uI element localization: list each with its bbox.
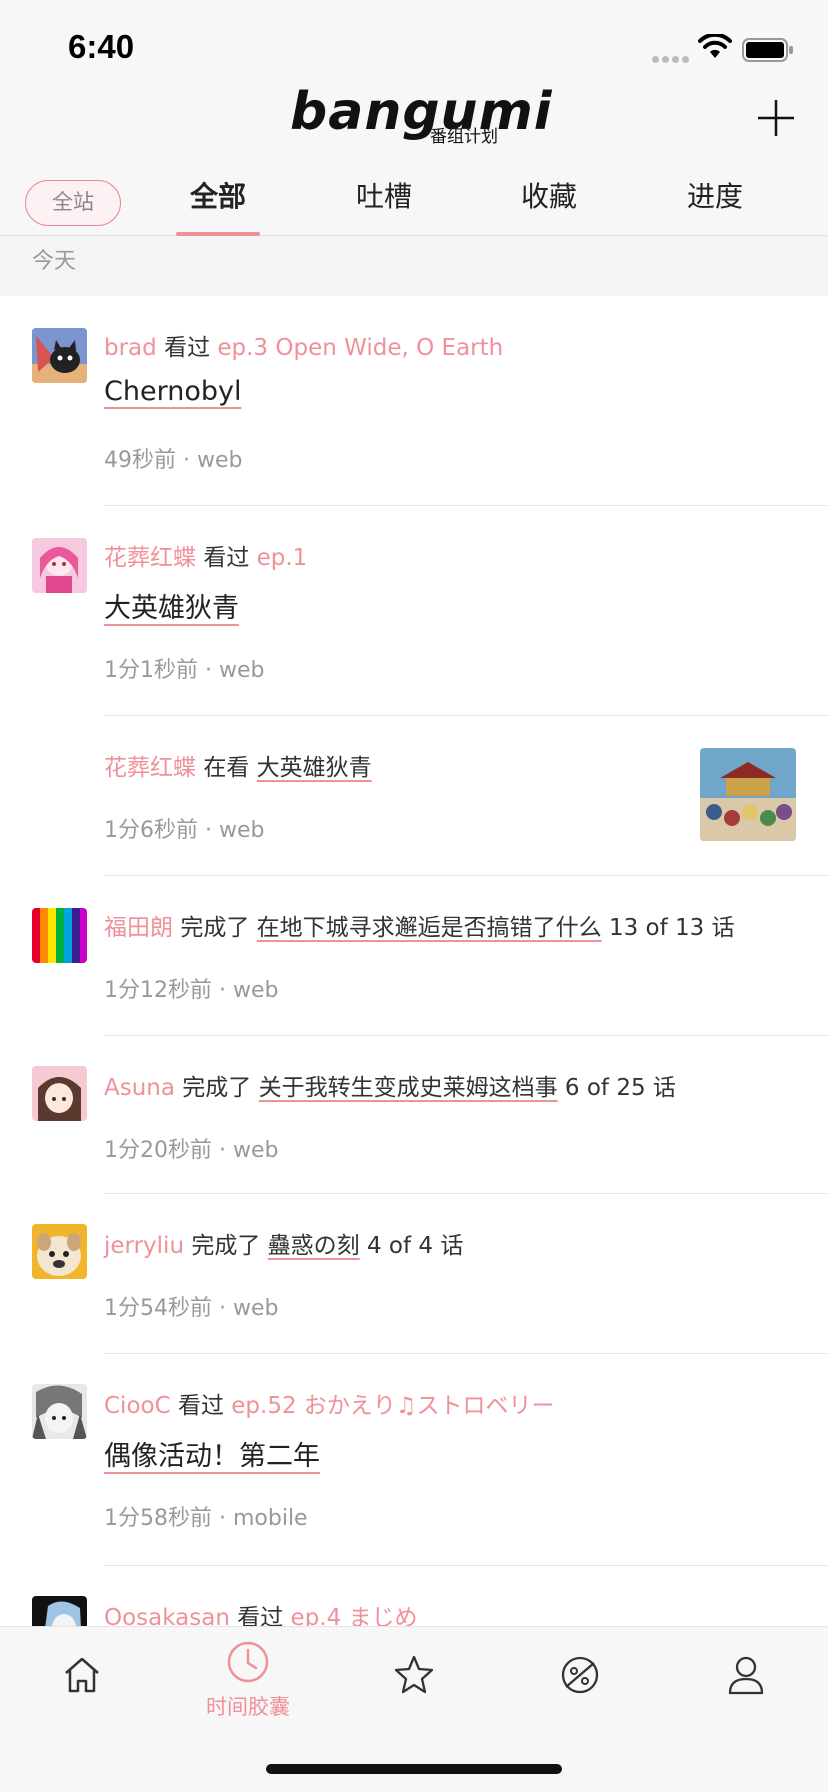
status-bar: 6:40: [0, 0, 828, 90]
subject-link[interactable]: 在地下城寻求邂逅是否搞错了什么: [257, 915, 602, 941]
tab-favorites[interactable]: [364, 1653, 464, 1701]
action-text: 完成了: [180, 915, 250, 941]
list-item: Asuna 完成了 关于我转生变成史莱姆这档事 6 of 25 话 1分20秒前…: [0, 1036, 828, 1194]
tab-label: 全部: [189, 180, 246, 213]
timeline-feed[interactable]: brad 看过 ep.3 Open Wide, O Earth Chernoby…: [0, 296, 828, 1626]
planet-icon: [561, 1656, 599, 1694]
episode-link[interactable]: ep.52 おかえり♫ストロベリー: [231, 1393, 554, 1419]
tab-timeline-label: 时间胶囊: [206, 1695, 290, 1719]
list-item: 福田朗 完成了 在地下城寻求邂逅是否搞错了什么 13 of 13 话 1分12秒…: [0, 876, 828, 1036]
tab-home[interactable]: [32, 1653, 132, 1701]
user-link[interactable]: jerryliu: [104, 1233, 184, 1259]
action-text: 看过: [164, 335, 211, 361]
activity-line: brad 看过 ep.3 Open Wide, O Earth: [104, 328, 503, 362]
subject-link[interactable]: 偶像活动！第二年: [104, 1434, 320, 1473]
tab-timeline[interactable]: 时间胶囊: [198, 1639, 298, 1721]
episode-link[interactable]: ep.1: [257, 545, 308, 571]
activity-line: 花葬红蝶 在看 大英雄狄青: [104, 748, 372, 782]
signal-icon: [652, 48, 692, 67]
avatar[interactable]: [32, 1384, 87, 1439]
activity-line: Asuna 完成了 关于我转生变成史莱姆这档事 6 of 25 话: [104, 1068, 676, 1102]
tab-progress[interactable]: 进度: [655, 168, 775, 236]
timestamp: 1分54秒前 · web: [104, 1296, 279, 1321]
activity-line: CiooC 看过 ep.52 おかえり♫ストロベリー: [104, 1386, 555, 1420]
timestamp: 49秒前 · web: [104, 448, 243, 473]
avatar[interactable]: [32, 1596, 87, 1626]
feed-tabs: 全站 全部 吐槽 收藏 进度: [0, 168, 828, 236]
activity-line: 花葬红蝶 看过 ep.1: [104, 538, 307, 572]
list-item: jerryliu 完成了 蠱惑の刻 4 of 4 话 1分54秒前 · web: [0, 1194, 828, 1354]
timestamp: 1分1秒前 · web: [104, 658, 265, 683]
star-icon: [394, 1655, 434, 1694]
timestamp: 1分58秒前 · mobile: [104, 1506, 308, 1531]
list-item: 花葬红蝶 看过 ep.1 大英雄狄青 1分1秒前 · web: [0, 506, 828, 716]
action-text: 完成了: [191, 1233, 261, 1259]
activity-line: Oosakasan 看过 ep.4 まじめ: [104, 1598, 418, 1626]
user-link[interactable]: 花葬红蝶: [104, 755, 196, 781]
user-icon: [728, 1656, 764, 1695]
tab-profile[interactable]: [696, 1653, 796, 1701]
activity-line: jerryliu 完成了 蠱惑の刻 4 of 4 话: [104, 1226, 463, 1260]
progress-text: 4 of 4 话: [366, 1233, 464, 1259]
avatar[interactable]: [32, 1066, 87, 1121]
list-item: brad 看过 ep.3 Open Wide, O Earth Chernoby…: [0, 296, 828, 506]
progress-text: 13 of 13 话: [608, 915, 735, 941]
subject-cover-image[interactable]: [700, 748, 796, 841]
subject-link[interactable]: 蠱惑の刻: [268, 1233, 360, 1259]
user-link[interactable]: 花葬红蝶: [104, 545, 196, 571]
user-link[interactable]: Asuna: [104, 1075, 175, 1101]
bangumi-logo: bangumi 番组计划: [290, 82, 552, 152]
avatar[interactable]: [32, 328, 87, 383]
action-text: 看过: [177, 1393, 224, 1419]
logo-subtitle: 番组计划: [430, 127, 498, 147]
action-text: 完成了: [182, 1075, 252, 1101]
user-link[interactable]: CiooC: [104, 1393, 171, 1419]
tab-label: 进度: [686, 180, 743, 213]
action-text: 看过: [203, 545, 250, 571]
status-time: 6:40: [68, 28, 135, 65]
add-button[interactable]: [752, 94, 800, 142]
subject-link[interactable]: 关于我转生变成史莱姆这档事: [259, 1075, 558, 1101]
tab-discover[interactable]: [530, 1653, 630, 1701]
avatar[interactable]: [32, 908, 87, 963]
timestamp: 1分6秒前 · web: [104, 818, 265, 843]
home-indicator: [266, 1764, 562, 1774]
list-item: CiooC 看过 ep.52 おかえり♫ストロベリー 偶像活动！第二年 1分58…: [0, 1354, 828, 1566]
section-header-today: 今天: [0, 236, 828, 296]
logo-wordmark: bangumi: [290, 82, 553, 142]
tab-label: 收藏: [520, 180, 577, 213]
header: bangumi 番组计划 全站 全部 吐槽 收藏 进度: [0, 82, 828, 236]
episode-link[interactable]: ep.4 まじめ: [291, 1605, 418, 1626]
subject-link[interactable]: 大英雄狄青: [104, 586, 239, 625]
action-text: 在看: [203, 755, 250, 781]
user-link[interactable]: Oosakasan: [104, 1605, 230, 1626]
list-item: Oosakasan 看过 ep.4 まじめ: [0, 1566, 828, 1626]
wifi-icon: [698, 34, 732, 58]
tab-comments[interactable]: 吐槽: [324, 168, 444, 236]
avatar[interactable]: [32, 538, 87, 593]
action-text: 看过: [237, 1605, 284, 1626]
tab-all[interactable]: 全部: [158, 168, 278, 236]
subject-link[interactable]: 大英雄狄青: [257, 755, 372, 781]
episode-link[interactable]: ep.3 Open Wide, O Earth: [217, 335, 503, 361]
progress-text: 6 of 25 话: [564, 1075, 676, 1101]
user-link[interactable]: 福田朗: [104, 915, 173, 941]
timestamp: 1分12秒前 · web: [104, 978, 279, 1003]
tab-label: 吐槽: [355, 180, 412, 213]
timestamp: 1分20秒前 · web: [104, 1138, 279, 1163]
home-icon: [65, 1657, 99, 1693]
list-item: 花葬红蝶 在看 大英雄狄青 1分6秒前 · web: [0, 716, 828, 876]
tab-collections[interactable]: 收藏: [489, 168, 609, 236]
subject-link[interactable]: Chernobyl: [104, 376, 241, 407]
activity-line: 福田朗 完成了 在地下城寻求邂逅是否搞错了什么 13 of 13 话: [104, 908, 735, 942]
user-link[interactable]: brad: [104, 335, 157, 361]
battery-icon: [742, 38, 793, 62]
avatar[interactable]: [32, 1224, 87, 1279]
scope-button[interactable]: 全站: [25, 180, 121, 226]
clock-icon: [227, 1641, 269, 1683]
